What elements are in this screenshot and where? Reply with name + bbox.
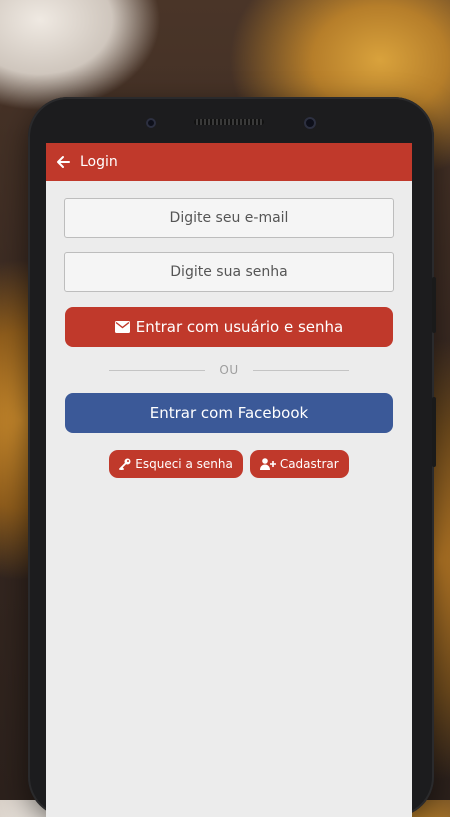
app-bar: Login [46, 143, 412, 181]
app-screen: Login Entrar com usuário e senha OU [46, 143, 412, 817]
front-camera [304, 117, 316, 129]
key-icon [119, 458, 131, 470]
login-button[interactable]: Entrar com usuário e senha [65, 307, 393, 347]
phone-speaker [194, 119, 264, 125]
email-field[interactable] [64, 198, 394, 238]
forgot-password-label: Esqueci a senha [135, 457, 233, 471]
user-plus-icon [259, 458, 276, 470]
envelope-icon [114, 321, 130, 333]
password-field[interactable] [64, 252, 394, 292]
arrow-left-icon[interactable] [54, 153, 72, 171]
divider-text: OU [219, 363, 239, 377]
secondary-actions: Esqueci a senha Cadastrar [64, 450, 394, 478]
divider-line-left [109, 369, 206, 371]
facebook-button-label: Entrar com Facebook [149, 404, 309, 422]
login-form: Entrar com usuário e senha OU Entrar com… [46, 181, 412, 478]
register-button[interactable]: Cadastrar [249, 450, 349, 478]
phone-volume-button [432, 277, 436, 333]
divider-line-right [252, 369, 349, 371]
forgot-password-button[interactable]: Esqueci a senha [109, 450, 243, 478]
register-label: Cadastrar [279, 457, 339, 471]
facebook-login-button[interactable]: Entrar com Facebook [65, 393, 393, 433]
page-title: Login [80, 154, 118, 170]
phone-frame: Login Entrar com usuário e senha OU [28, 97, 436, 817]
or-divider: OU [64, 347, 394, 393]
phone-power-button [432, 397, 436, 467]
front-sensor [146, 118, 156, 128]
login-button-label: Entrar com usuário e senha [135, 318, 344, 336]
